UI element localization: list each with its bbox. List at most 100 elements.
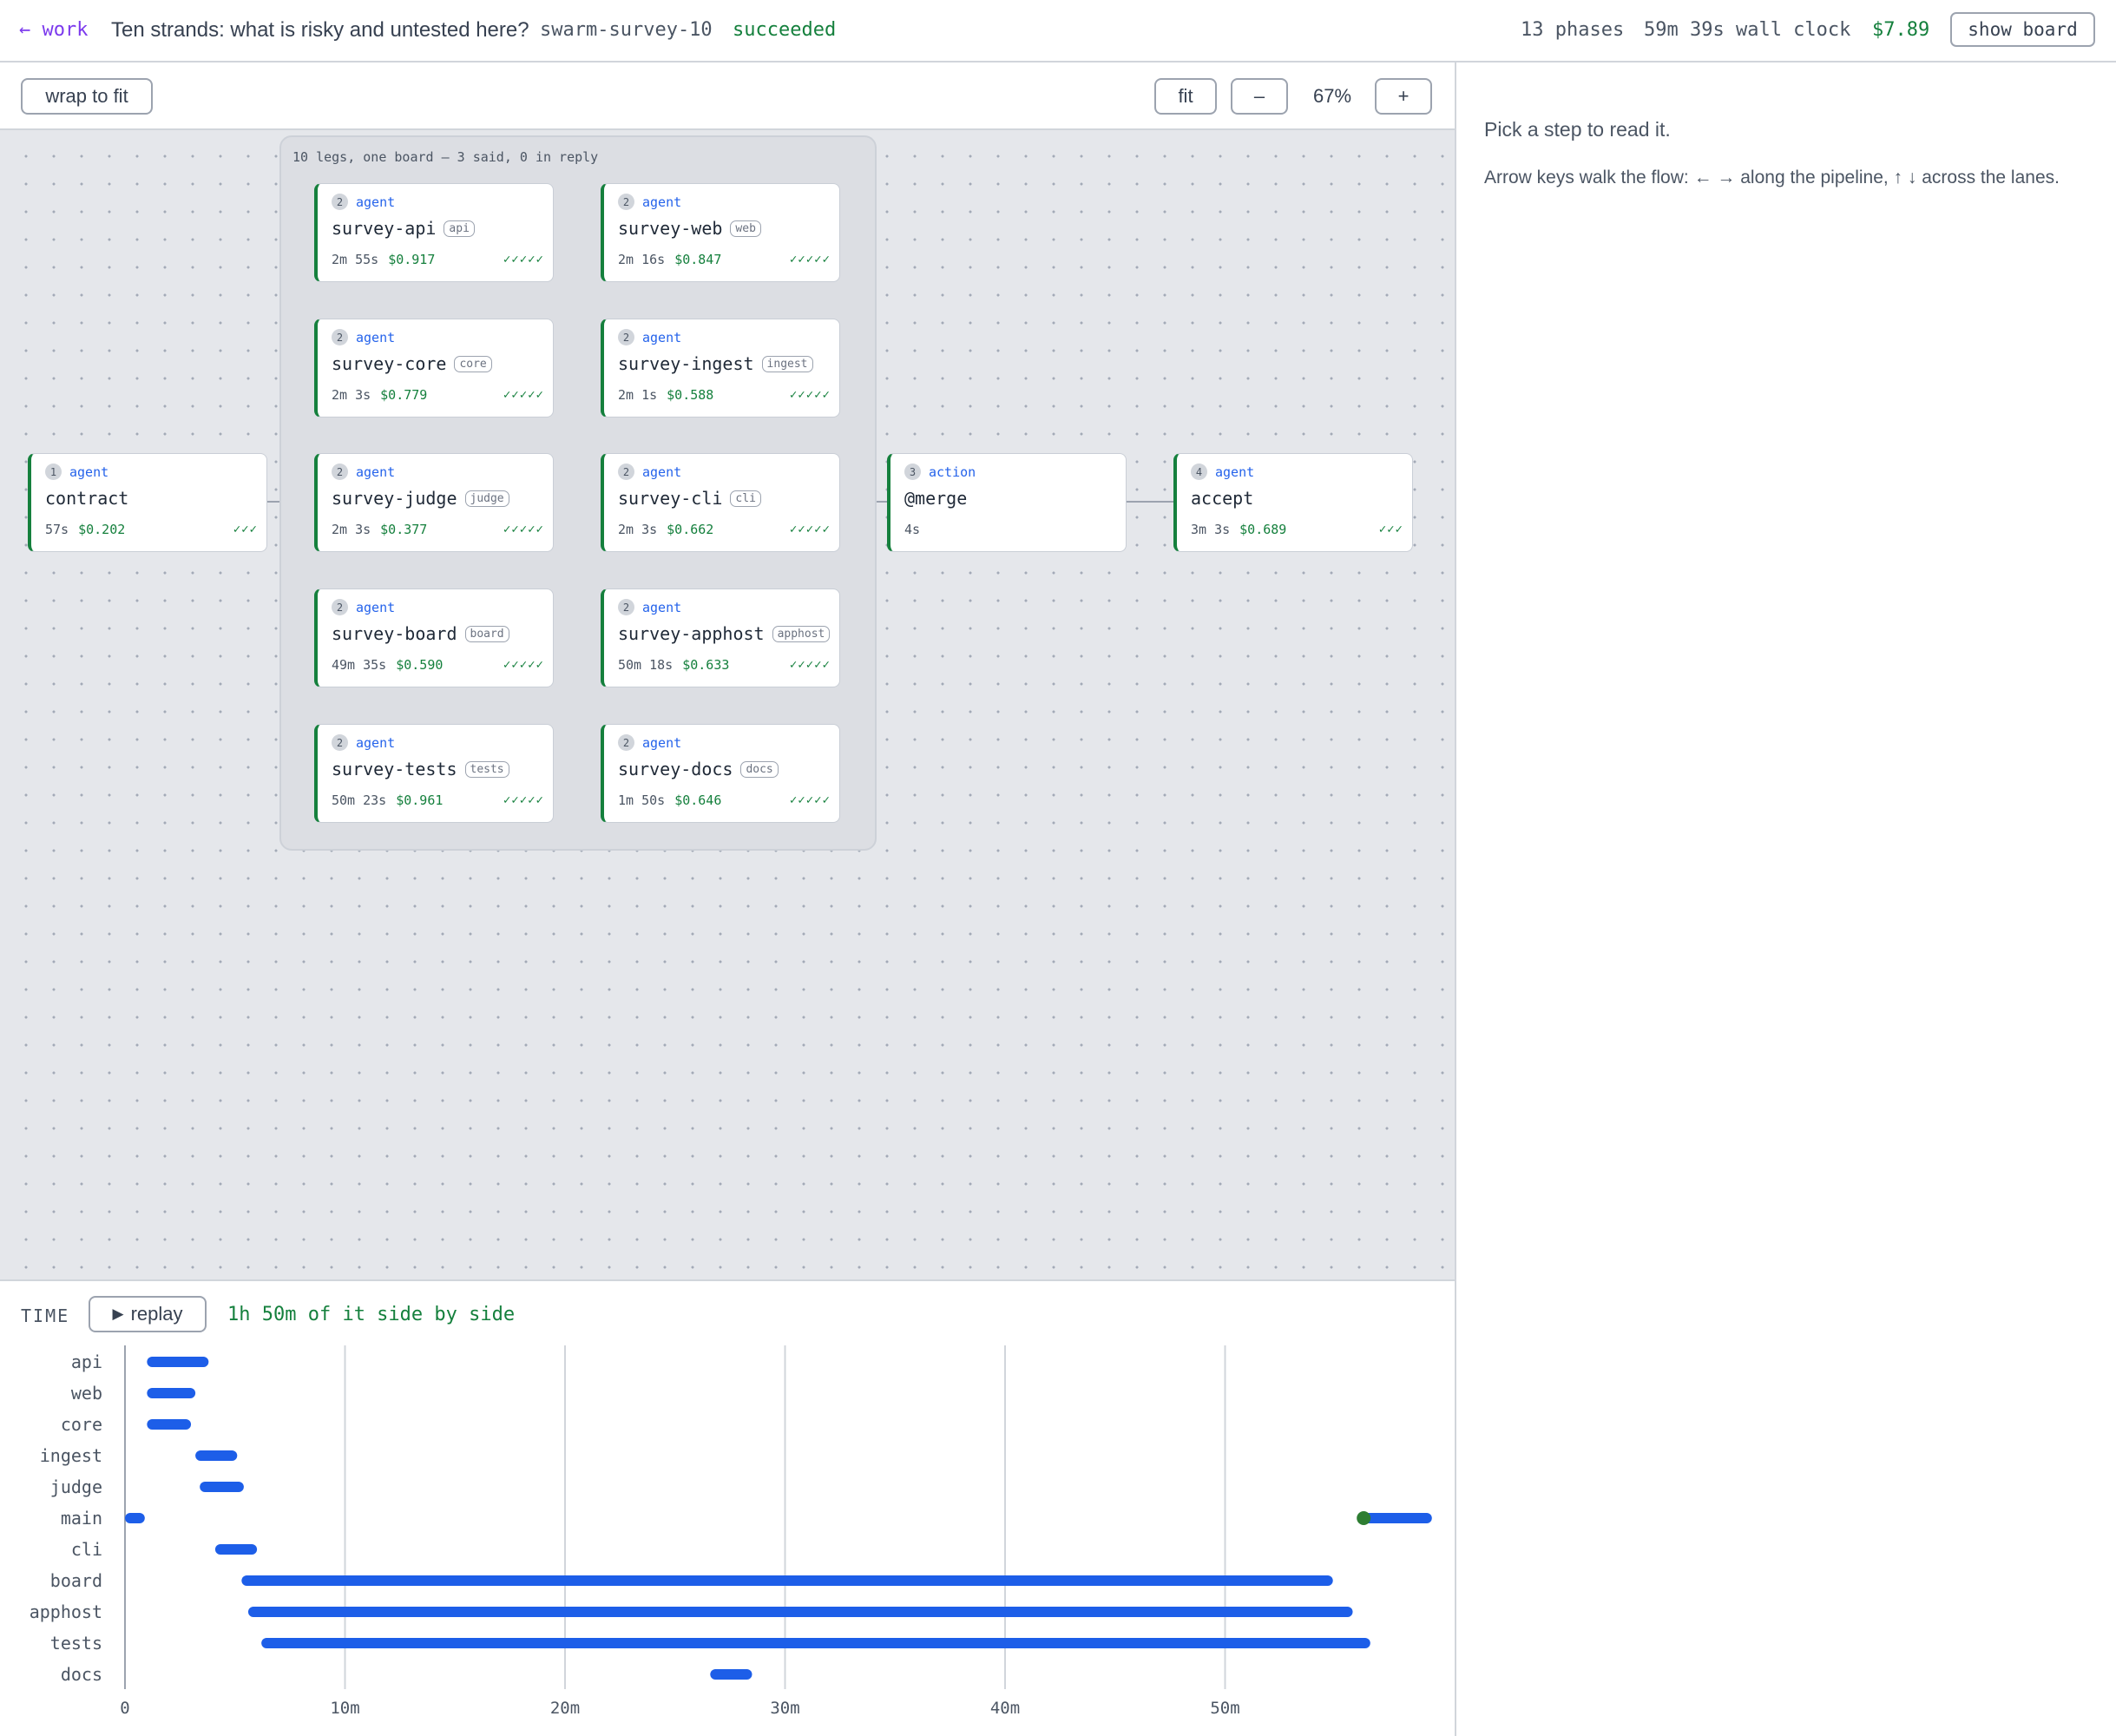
step-kind: agent [642, 194, 682, 210]
check-marks-icon: ✓✓✓✓✓ [503, 793, 544, 807]
step-cost: $0.917 [388, 252, 436, 267]
step-kind: agent [356, 464, 396, 480]
check-marks-icon: ✓✓✓✓✓ [503, 253, 544, 266]
step-kind: agent [356, 194, 396, 210]
step-card-survey-board[interactable]: 2 agent survey-board board 49m 35s $0.590 ✓✓✓✓… [314, 589, 554, 687]
zoom-in-button[interactable]: + [1375, 78, 1432, 115]
step-duration: 3m 3s [1191, 522, 1231, 537]
step-card-survey-core[interactable]: 2 agent survey-core core 2m 3s $0.779 ✓✓✓✓✓ [314, 319, 554, 418]
back-to-work-link[interactable]: ← work [19, 19, 88, 41]
step-name: survey-web [618, 218, 723, 239]
check-marks-icon: ✓✓✓✓✓ [503, 523, 544, 536]
step-name: survey-apphost [618, 623, 765, 644]
step-duration: 2m 3s [332, 522, 371, 537]
timeline-tick-label: 30m [770, 1699, 799, 1718]
flow-board[interactable]: 10 legs, one board — 3 said, 0 in reply … [0, 130, 1455, 1279]
step-number-badge: 2 [332, 734, 348, 751]
zoom-out-button[interactable]: – [1231, 78, 1288, 115]
timeline-tick-label: 20m [550, 1699, 580, 1718]
step-card-contract[interactable]: 1 agent contract 57s $0.202 ✓✓✓ [28, 453, 267, 552]
step-kind: agent [642, 329, 682, 345]
step-duration: 50m 18s [618, 657, 674, 673]
zoom-level: 67% [1312, 85, 1352, 107]
step-card-survey-docs[interactable]: 2 agent survey-docs docs 1m 50s $0.646 ✓✓✓✓✓ [601, 724, 840, 823]
step-duration: 1m 50s [618, 792, 666, 808]
step-number-badge: 3 [904, 464, 921, 480]
step-card-survey-judge[interactable]: 2 agent survey-judge judge 2m 3s $0.377 ✓✓✓✓✓ [314, 453, 554, 552]
step-card-survey-apphost[interactable]: 2 agent survey-apphost apphost 50m 18s $0.633… [601, 589, 840, 687]
step-card-survey-ingest[interactable]: 2 agent survey-ingest ingest 2m 1s $0.588 ✓✓✓✓… [601, 319, 840, 418]
step-card-header: 2 agent [332, 734, 395, 751]
timeline-gantt-chart: 0 10m 20m 30m 40m 50m api web core ingest judge mai… [30, 1345, 1432, 1718]
step-kind: agent [1215, 464, 1255, 480]
group-label: 10 legs, one board — 3 said, 0 in reply [292, 149, 599, 165]
step-meta: 4s [904, 522, 920, 537]
canvas-toolbar: wrap to fit fit – 67% + [0, 62, 1455, 130]
step-meta: 57s $0.202 [45, 522, 125, 537]
timeline-tick-label: 40m [990, 1699, 1020, 1718]
step-name-row: survey-api api [332, 218, 475, 239]
step-card-accept[interactable]: 4 agent accept 3m 3s $0.689 ✓✓✓ [1173, 453, 1413, 552]
timeline-bar-board [241, 1575, 1333, 1586]
timeline-bar-main [125, 1513, 145, 1523]
step-card-merge[interactable]: 3 action @merge 4s [887, 453, 1127, 552]
step-number-badge: 1 [45, 464, 62, 480]
timeline-lane-label-judge: judge [50, 1476, 102, 1497]
timeline-bar-cli [214, 1544, 258, 1555]
top-bar: ← work Ten strands: what is risky and un… [0, 0, 2116, 62]
step-card-header: 2 agent [618, 734, 681, 751]
step-kind: agent [356, 599, 396, 615]
timeline-lane-label-tests: tests [50, 1633, 102, 1654]
run-id: swarm-survey-10 [540, 19, 713, 41]
step-card-header: 4 agent [1191, 464, 1254, 480]
step-name-row: contract [45, 488, 128, 509]
phase-count: 13 phases [1521, 19, 1625, 41]
step-card-header: 2 agent [618, 194, 681, 210]
timeline-lane-label-ingest: ingest [40, 1445, 102, 1466]
step-meta: 2m 1s $0.588 [618, 387, 713, 403]
step-name-row: @merge [904, 488, 967, 509]
timeline-bar-tests [261, 1638, 1370, 1648]
step-kind: agent [642, 734, 682, 751]
fit-button[interactable]: fit [1154, 78, 1217, 115]
step-kind: agent [356, 734, 396, 751]
step-cost: $0.588 [667, 387, 714, 403]
step-name-row: survey-docs docs [618, 759, 779, 779]
step-name: @merge [904, 488, 968, 509]
step-card-survey-api[interactable]: 2 agent survey-api api 2m 55s $0.917 ✓✓✓✓✓ [314, 183, 554, 282]
timeline-lane-label-apphost: apphost [30, 1601, 102, 1622]
step-number-badge: 2 [332, 599, 348, 615]
show-board-button[interactable]: show board [1950, 12, 2095, 47]
step-kind: agent [642, 464, 682, 480]
step-duration: 50m 23s [332, 792, 387, 808]
timeline-bar-docs [710, 1669, 752, 1680]
step-name: survey-api [332, 218, 437, 239]
step-name: survey-judge [332, 488, 457, 509]
check-marks-icon: ✓✓✓✓✓ [789, 523, 831, 536]
step-card-header: 2 agent [618, 464, 681, 480]
timeline-bar-main [1364, 1513, 1432, 1523]
step-card-survey-web[interactable]: 2 agent survey-web web 2m 16s $0.847 ✓✓✓✓✓ [601, 183, 840, 282]
wrap-to-fit-button[interactable]: wrap to fit [21, 78, 153, 115]
check-marks-icon: ✓✓✓✓✓ [789, 793, 831, 807]
timeline-bar-web [147, 1388, 196, 1398]
step-duration: 2m 16s [618, 252, 666, 267]
step-name-row: survey-apphost apphost [618, 623, 831, 644]
step-duration: 2m 55s [332, 252, 379, 267]
step-name-row: survey-ingest ingest [618, 353, 813, 374]
keyboard-hint: Arrow keys walk the flow: ← → along the … [1484, 168, 2060, 187]
step-cost: $0.202 [78, 522, 126, 537]
lane-chip: board [464, 625, 509, 642]
step-number-badge: 2 [332, 329, 348, 345]
step-card-survey-tests[interactable]: 2 agent survey-tests tests 50m 23s $0.961 ✓✓✓✓… [314, 724, 554, 823]
step-meta: 49m 35s $0.590 [332, 657, 443, 673]
step-duration: 49m 35s [332, 657, 387, 673]
wall-clock: 59m 39s wall clock [1644, 19, 1851, 41]
step-card-survey-cli[interactable]: 2 agent survey-cli cli 2m 3s $0.662 ✓✓✓✓✓ [601, 453, 840, 552]
step-kind: agent [356, 329, 396, 345]
timeline-lane-label-api: api [71, 1351, 102, 1372]
step-meta: 2m 3s $0.779 [332, 387, 427, 403]
timeline-lane-label-board: board [50, 1570, 102, 1591]
step-number-badge: 2 [618, 194, 634, 210]
edge-merge-to-accept [1125, 501, 1175, 503]
